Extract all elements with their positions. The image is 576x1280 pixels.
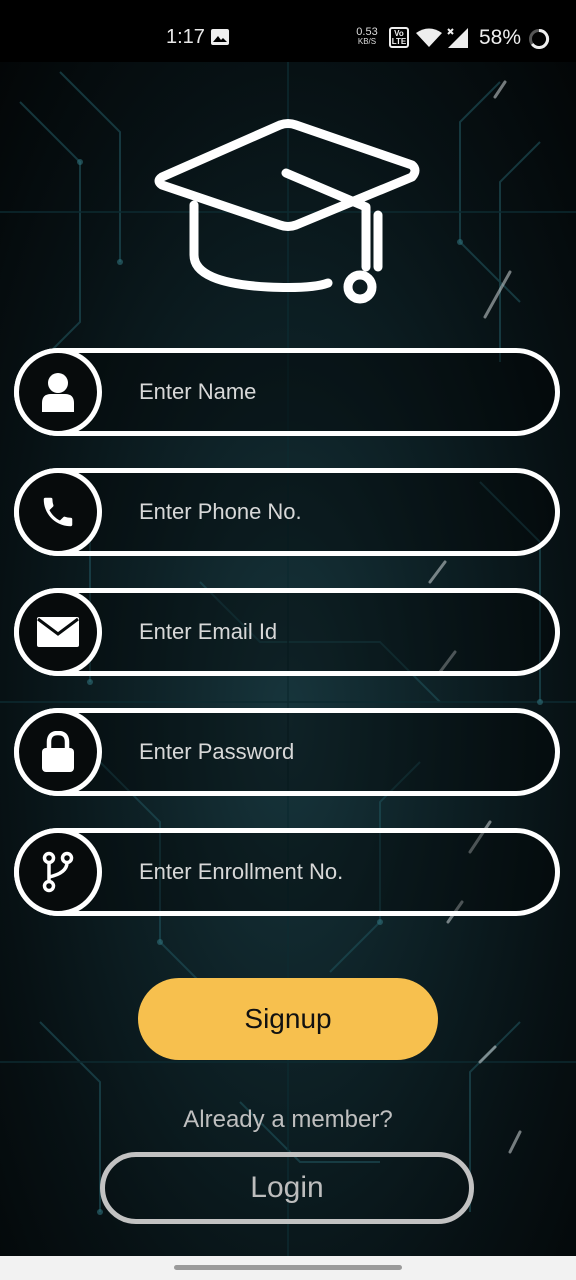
login-button[interactable]: Login	[100, 1152, 474, 1224]
user-icon	[42, 373, 74, 412]
password-input[interactable]	[137, 731, 541, 773]
signal-icon	[447, 28, 468, 48]
enrollment-field-icon-circle	[14, 828, 102, 916]
phone-field[interactable]	[14, 468, 560, 556]
gallery-notification-icon	[211, 29, 229, 45]
name-field[interactable]	[14, 348, 560, 436]
envelope-icon	[37, 617, 79, 647]
phone-field-icon-circle	[14, 468, 102, 556]
enrollment-field[interactable]	[14, 828, 560, 916]
phone-input[interactable]	[137, 491, 541, 533]
already-member-text: Already a member?	[183, 1106, 393, 1133]
status-bar: 1:17 0.53 KB/S Vo LTE 58%	[0, 0, 576, 62]
network-speed: 0.53 KB/S	[356, 26, 378, 47]
email-input[interactable]	[137, 611, 541, 653]
password-field[interactable]	[14, 708, 560, 796]
status-time: 1:17	[166, 26, 205, 48]
volte-icon: Vo LTE	[389, 27, 409, 48]
lock-icon	[42, 731, 74, 772]
battery-icon	[529, 28, 550, 49]
email-field-icon-circle	[14, 588, 102, 676]
password-field-icon-circle	[14, 708, 102, 796]
navigation-bar	[0, 1256, 576, 1280]
enrollment-input[interactable]	[137, 851, 541, 893]
battery-percent: 58%	[479, 26, 522, 49]
branch-icon	[42, 851, 74, 893]
signup-button[interactable]: Signup	[138, 978, 438, 1060]
graduation-cap-logo	[154, 119, 420, 304]
name-field-icon-circle	[14, 348, 102, 436]
name-input[interactable]	[137, 371, 541, 413]
email-field[interactable]	[14, 588, 560, 676]
phone-icon	[43, 497, 73, 527]
home-gesture-handle[interactable]	[174, 1265, 402, 1270]
wifi-icon	[416, 28, 442, 47]
